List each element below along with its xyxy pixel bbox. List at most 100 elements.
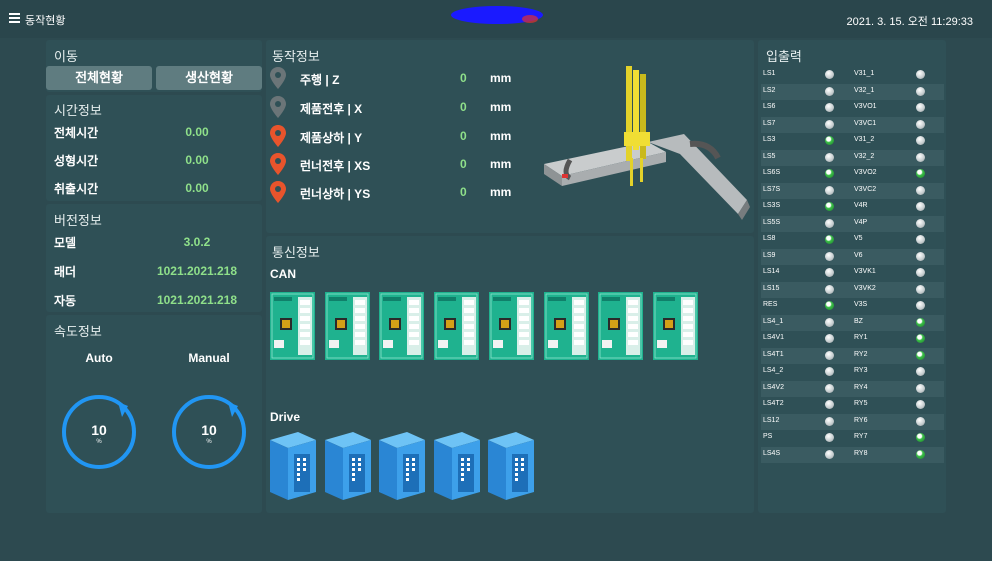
- servo-drive-icon: [324, 432, 372, 500]
- input-signal-label: LS7: [763, 119, 776, 127]
- motion-unit: mm: [490, 100, 512, 114]
- motion-label: 제품상하 | Y: [300, 131, 363, 145]
- servo-drive-icon: [488, 432, 535, 500]
- input-status-led-icon: [825, 152, 834, 162]
- input-status-led-icon: [825, 136, 834, 145]
- hamburger-menu-icon[interactable]: [9, 13, 20, 23]
- gray-location-pin-icon: [270, 67, 286, 89]
- manual-speed-gauge[interactable]: 10 %: [170, 393, 250, 478]
- input-signal-label: LS4_1: [763, 317, 784, 325]
- output-signal-label: RY4: [854, 383, 868, 391]
- version-label: 래더: [54, 265, 77, 279]
- output-signal-label: V3VK1: [854, 268, 876, 275]
- output-signal-label: RY5: [854, 400, 868, 407]
- production-status-button[interactable]: 생산현황: [156, 66, 262, 90]
- output-signal-label: V31_2: [854, 136, 875, 143]
- output-status-led-icon: [916, 317, 925, 327]
- time-label: 성형시간: [54, 154, 99, 168]
- input-status-led-icon: [825, 317, 834, 327]
- input-signal-label: LS4V2: [763, 383, 785, 391]
- motion-row-xs: 런너전후 | XS 0 mm: [270, 153, 530, 177]
- output-status-led-icon: [916, 301, 925, 310]
- output-status-led-icon: [916, 119, 925, 129]
- input-status-led-icon: [825, 400, 834, 409]
- version-row: 모델 3.0.2: [46, 232, 262, 252]
- io-row: LS4T1 RY2: [761, 347, 944, 364]
- input-status-led-icon: [825, 383, 834, 393]
- input-signal-label: LS6S: [763, 169, 781, 176]
- output-signal-label: V3VO1: [854, 103, 877, 110]
- io-row: LS4T2 RY5: [761, 397, 944, 414]
- input-status-led-icon: [825, 70, 834, 79]
- output-status-led-icon: [916, 433, 925, 442]
- input-status-led-icon: [825, 301, 834, 310]
- time-label: 전체시간: [54, 126, 99, 140]
- input-signal-label: LS5S: [763, 218, 781, 226]
- app-title: 동작현황: [25, 15, 66, 27]
- can-label: CAN: [270, 267, 296, 281]
- motion-info-title: 동작정보: [272, 49, 320, 64]
- version-label: 자동: [54, 294, 77, 308]
- input-status-led-icon: [825, 284, 834, 294]
- output-signal-label: V3VC2: [854, 185, 877, 193]
- auto-speed-label: Auto: [85, 351, 113, 365]
- motion-row-y: 제품상하 | Y 0 mm: [270, 125, 530, 149]
- time-row: 성형시간 0.00: [46, 150, 262, 170]
- input-status-led-icon: [825, 86, 834, 96]
- output-status-led-icon: [916, 400, 925, 409]
- input-signal-label: LS1: [763, 70, 776, 77]
- io-row: LS12 RY6: [761, 413, 944, 430]
- can-board-icon: [598, 292, 644, 360]
- orange-location-pin-icon: [270, 125, 286, 147]
- input-signal-label: LS4_2: [763, 367, 784, 374]
- motion-label: 런너전후 | XS: [300, 159, 371, 173]
- io-row: LS7S V3VC2: [761, 182, 944, 199]
- io-row: LS4S RY8: [761, 446, 944, 463]
- output-signal-label: V5: [854, 235, 863, 242]
- datetime: 2021. 3. 15. 오전 11:29:33: [846, 16, 973, 28]
- input-status-led-icon: [825, 268, 834, 277]
- input-status-led-icon: [825, 433, 834, 442]
- input-status-led-icon: [825, 350, 834, 360]
- output-signal-label: V3S: [854, 301, 868, 308]
- version-value: 1021.2021.218: [156, 264, 238, 278]
- output-status-led-icon: [916, 152, 925, 162]
- speed-info-title: 속도정보: [54, 324, 102, 339]
- io-row: LS3S V4R: [761, 199, 944, 216]
- output-signal-label: RY8: [854, 449, 868, 457]
- manual-speed-label: Manual: [188, 351, 230, 365]
- output-signal-label: V3VK2: [854, 284, 876, 292]
- output-status-led-icon: [916, 383, 925, 393]
- input-signal-label: LS2: [763, 86, 776, 94]
- overall-status-button[interactable]: 전체현황: [46, 66, 152, 90]
- input-status-led-icon: [825, 218, 834, 228]
- input-status-led-icon: [825, 103, 834, 112]
- input-signal-label: LS4S: [763, 449, 781, 457]
- output-signal-label: RY3: [854, 367, 868, 374]
- output-signal-label: BZ: [854, 317, 863, 325]
- can-board-icon: [434, 292, 480, 360]
- output-status-led-icon: [916, 136, 925, 145]
- motion-row-x: 제품전후 | X 0 mm: [270, 96, 530, 120]
- io-row: LS4_1 BZ: [761, 314, 944, 331]
- output-status-led-icon: [916, 70, 925, 79]
- input-signal-label: LS5: [763, 152, 776, 160]
- auto-speed-gauge[interactable]: 10 %: [60, 393, 140, 478]
- motion-unit: mm: [490, 129, 512, 143]
- io-row: RES V3S: [761, 298, 944, 315]
- time-label: 취출시간: [54, 182, 99, 196]
- output-status-led-icon: [916, 235, 925, 244]
- motion-label: 런너상하 | YS: [300, 187, 371, 201]
- input-status-led-icon: [825, 251, 834, 261]
- title-bar: 동작현황 2021. 3. 15. 오전 11:29:33: [0, 0, 992, 38]
- io-row: PS RY7: [761, 430, 944, 447]
- auto-speed-unit: %: [96, 439, 102, 445]
- output-status-led-icon: [916, 251, 925, 261]
- motion-value: 0: [460, 157, 467, 171]
- motion-unit: mm: [490, 185, 512, 199]
- input-signal-label: RES: [763, 301, 778, 308]
- motion-value: 0: [460, 185, 467, 199]
- io-row: LS4V1 RY1: [761, 331, 944, 348]
- can-board-icon: [270, 292, 315, 360]
- version-row: 래더 1021.2021.218: [46, 261, 262, 281]
